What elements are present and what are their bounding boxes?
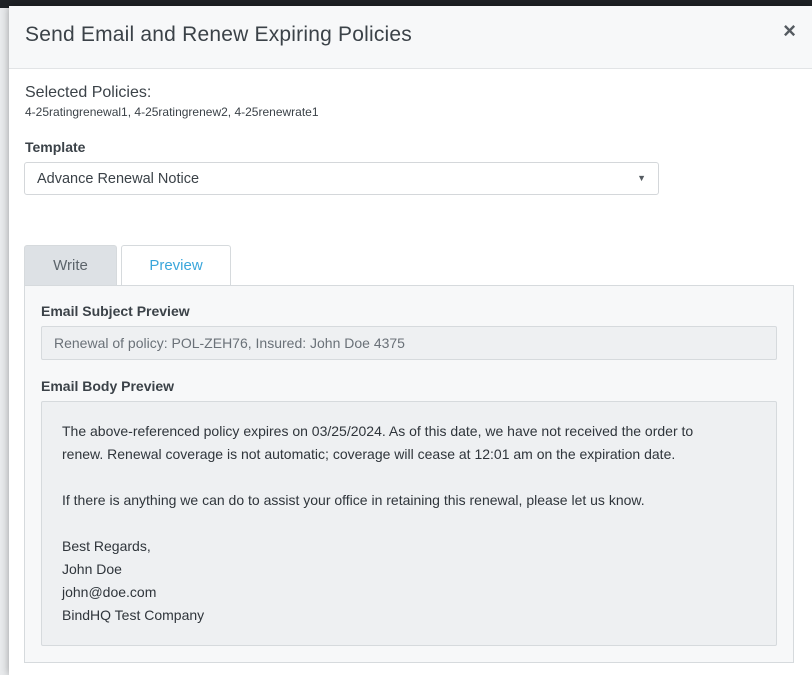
email-body-label: Email Body Preview (41, 378, 175, 394)
selected-policies-values: 4-25ratingrenewal1, 4-25ratingrenew2, 4-… (25, 105, 319, 119)
signature-line: john@doe.com (62, 584, 157, 600)
modal-header: Send Email and Renew Expiring Policies × (9, 6, 812, 69)
tab-preview[interactable]: Preview (121, 245, 231, 286)
email-subject-preview: Renewal of policy: POL-ZEH76, Insured: J… (41, 326, 777, 360)
template-selected-value: Advance Renewal Notice (37, 171, 200, 187)
body-line: renew. Renewal coverage is not automatic… (62, 446, 676, 462)
email-body-preview: The above-referenced policy expires on 0… (41, 401, 777, 646)
selected-policies-label: Selected Policies: (25, 84, 152, 101)
signature-line: John Doe (62, 561, 122, 577)
close-button[interactable]: × (783, 20, 796, 42)
signature-line: Best Regards, (62, 538, 151, 554)
renew-policies-modal: Send Email and Renew Expiring Policies ×… (9, 6, 812, 675)
body-line: If there is anything we can do to assist… (62, 492, 645, 508)
chevron-down-icon: ▼ (637, 173, 646, 183)
template-select[interactable]: Advance Renewal Notice ▼ (24, 162, 659, 195)
email-subject-label: Email Subject Preview (41, 303, 190, 319)
modal-title: Send Email and Renew Expiring Policies (25, 23, 412, 46)
background-page-edge (0, 0, 9, 675)
preview-panel: Email Subject Preview Renewal of policy:… (24, 285, 794, 663)
email-body-text: The above-referenced policy expires on 0… (62, 420, 762, 627)
signature-line: BindHQ Test Company (62, 607, 205, 623)
tab-write[interactable]: Write (24, 245, 117, 285)
email-subject-text: Renewal of policy: POL-ZEH76, Insured: J… (54, 335, 405, 351)
template-label: Template (25, 139, 86, 155)
body-line: The above-referenced policy expires on 0… (62, 423, 694, 439)
